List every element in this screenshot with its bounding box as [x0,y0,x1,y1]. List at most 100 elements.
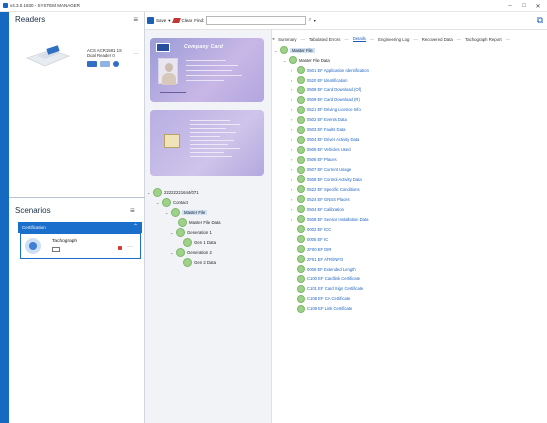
details-item[interactable]: C109 EF Link Certificate [291,304,352,313]
details-node-master-file[interactable]: ⌄ Master File [274,46,315,54]
details-item[interactable]: 0005 EF IC [291,235,328,244]
details-item[interactable]: 0002 EF ICC [291,225,331,234]
expand-icon[interactable]: › [291,87,295,92]
details-item[interactable]: › 0503 EF Faults Data [291,125,345,134]
expand-icon[interactable]: › [291,117,295,122]
ok-status-icon [183,258,192,267]
expand-icon[interactable]: › [291,78,295,83]
minimize-button[interactable]: – [503,3,517,9]
ok-status-icon [297,175,305,184]
expand-icon[interactable]: › [291,147,295,152]
details-item-label: 0506 EF Places [307,157,337,163]
details-item[interactable]: 2F00 EF DIR [291,245,331,254]
details-item[interactable]: › 0522 EF Specific Conditions [291,185,360,194]
find-input[interactable] [206,16,307,25]
ok-status-icon [280,46,288,54]
expand-icon[interactable]: › [291,97,295,102]
clear-button[interactable]: Clear [171,18,192,23]
tree-node-card-id[interactable]: ⌄ 22222221644/071 [147,188,199,197]
search-options-chevron-icon[interactable]: ▾ [314,18,316,23]
collapse-icon[interactable]: ⌄ [165,210,169,215]
details-item[interactable]: › 0507 EF Current Usage [291,165,351,174]
details-item[interactable]: › 0508 EF Sensor Installation Data [291,215,368,224]
collapse-icon[interactable]: ⌄ [170,230,174,235]
details-item[interactable]: 2F01 EF ATR/INFO [291,255,343,263]
expand-icon[interactable]: › [291,167,295,172]
tree-node-generation-2[interactable]: ⌄ Generation 2 [170,248,212,257]
details-item[interactable]: C101 EF Card Sign Certificate [291,284,364,293]
details-item[interactable]: › 0504 EF Calibration [291,205,344,214]
scenario-more-button[interactable]: ··· [127,244,133,250]
chevron-up-icon[interactable]: ⌃ [133,223,138,230]
collapse-icon[interactable]: ⌄ [156,200,160,205]
details-item[interactable]: › 0509 EF Card Download (R) [291,95,360,104]
tachograph-label: Tachograph [52,239,78,244]
tree-node-generation-1[interactable]: ⌄ Generation 1 [170,228,212,237]
reader-card[interactable]: ACS ACR1581 1S Dual Reader 0 ··· [15,42,140,82]
reader-more-button[interactable]: ··· [133,51,139,57]
expand-icon[interactable]: › [291,157,295,162]
details-item[interactable]: C100 EF Cardlink Certificate [291,274,361,283]
maximize-button[interactable]: □ [517,3,531,9]
expand-icon[interactable]: › [291,207,295,212]
details-item[interactable]: › 0501 EF Application Identification [291,66,369,74]
expand-icon[interactable]: › [291,68,295,73]
collapse-icon[interactable]: ⌄ [147,190,151,195]
tree-node-contact[interactable]: ⌄ Contact [156,198,188,207]
export-icon[interactable]: ⧉ [537,15,543,26]
portrait-photo [158,58,178,85]
tab-recovered-data[interactable]: Recovered Data [422,37,453,42]
tree-node-master-file[interactable]: ⌄ Master File [165,208,208,217]
tab-tachograph-report[interactable]: Tachograph Report [465,37,502,42]
details-item-label: 0006 EF Extended Length [307,266,356,272]
left-panel: Readers ≡ ACS ACR1581 1S Dual Reader 0 ·… [9,12,145,423]
details-item[interactable]: › 0505 EF Vehicles Used [291,145,351,154]
details-item[interactable]: › 0508 EF Card Download (Of) [291,85,361,94]
collapse-icon[interactable]: ⌄ [170,250,174,255]
expand-icon[interactable]: › [291,107,295,112]
tab-details[interactable]: Details [352,36,366,42]
details-item[interactable]: › 0524 EF GNSS Places [291,195,350,204]
tab-engineering-log[interactable]: Engineering Log [378,37,409,42]
close-button[interactable]: ✕ [531,3,545,10]
expand-icon[interactable]: › [291,217,295,222]
expand-icon[interactable]: › [291,187,295,192]
details-item[interactable]: › 0506 EF Places [291,155,337,164]
ok-status-icon [289,56,297,64]
expand-icon[interactable]: › [291,197,295,202]
tabs-scroll-left-icon[interactable]: ◂ [272,36,274,42]
tab-tabulated-errors[interactable]: Tabulated Errors [309,37,341,42]
expand-icon[interactable]: › [291,137,295,142]
readers-menu-icon[interactable]: ≡ [133,15,138,24]
tachograph-scenario[interactable]: Tachograph ··· [20,233,141,259]
ok-status-icon [297,135,305,144]
expand-icon[interactable]: › [291,177,295,182]
card-reader-icon [26,45,70,67]
collapse-icon[interactable]: ⌄ [283,58,287,63]
tree-label: Generation 2 [187,250,212,255]
expand-icon[interactable]: › [291,127,295,132]
search-icon[interactable]: ⌕ [308,17,311,24]
certification-group-header[interactable]: Certification ⌃ [18,222,142,233]
details-item[interactable]: › 0521 EF Driving Licence Info [291,105,361,114]
tree-label: Master File Data [299,57,330,63]
details-item-label: C100 EF Cardlink Certificate [307,276,361,282]
details-node-master-file-data[interactable]: ⌄ Master File Data [283,56,330,64]
save-button[interactable]: Save ▾ [147,17,171,24]
details-item[interactable]: 0006 EF Extended Length [291,265,356,273]
details-item[interactable]: › 0520 EF Identification [291,76,348,84]
collapse-icon[interactable]: ⌄ [274,48,278,53]
details-item[interactable]: › 0508 EF Control Activity Data [291,175,362,184]
details-item-label: C101 EF Card Sign Certificate [307,286,364,292]
tab-summary[interactable]: Summary [278,37,296,42]
tree-node-gen1-data[interactable]: Gen 1 Data [183,238,216,247]
details-item[interactable]: C108 EF CA Certificate [291,294,350,303]
tree-node-master-file-data[interactable]: Master File Data [178,218,221,227]
ok-status-icon [297,294,305,303]
chevron-down-icon[interactable]: ▾ [168,18,170,24]
title-bar: v4.3.0.1930 - SYSTEM MANAGER – □ ✕ [0,0,547,12]
details-item[interactable]: › 0504 EF Driver Activity Data [291,135,359,144]
tree-node-gen2-data[interactable]: Gen 2 Data [183,258,216,267]
scenario-card-icon [52,247,60,252]
details-item[interactable]: › 0502 EF Events Data [291,115,347,124]
